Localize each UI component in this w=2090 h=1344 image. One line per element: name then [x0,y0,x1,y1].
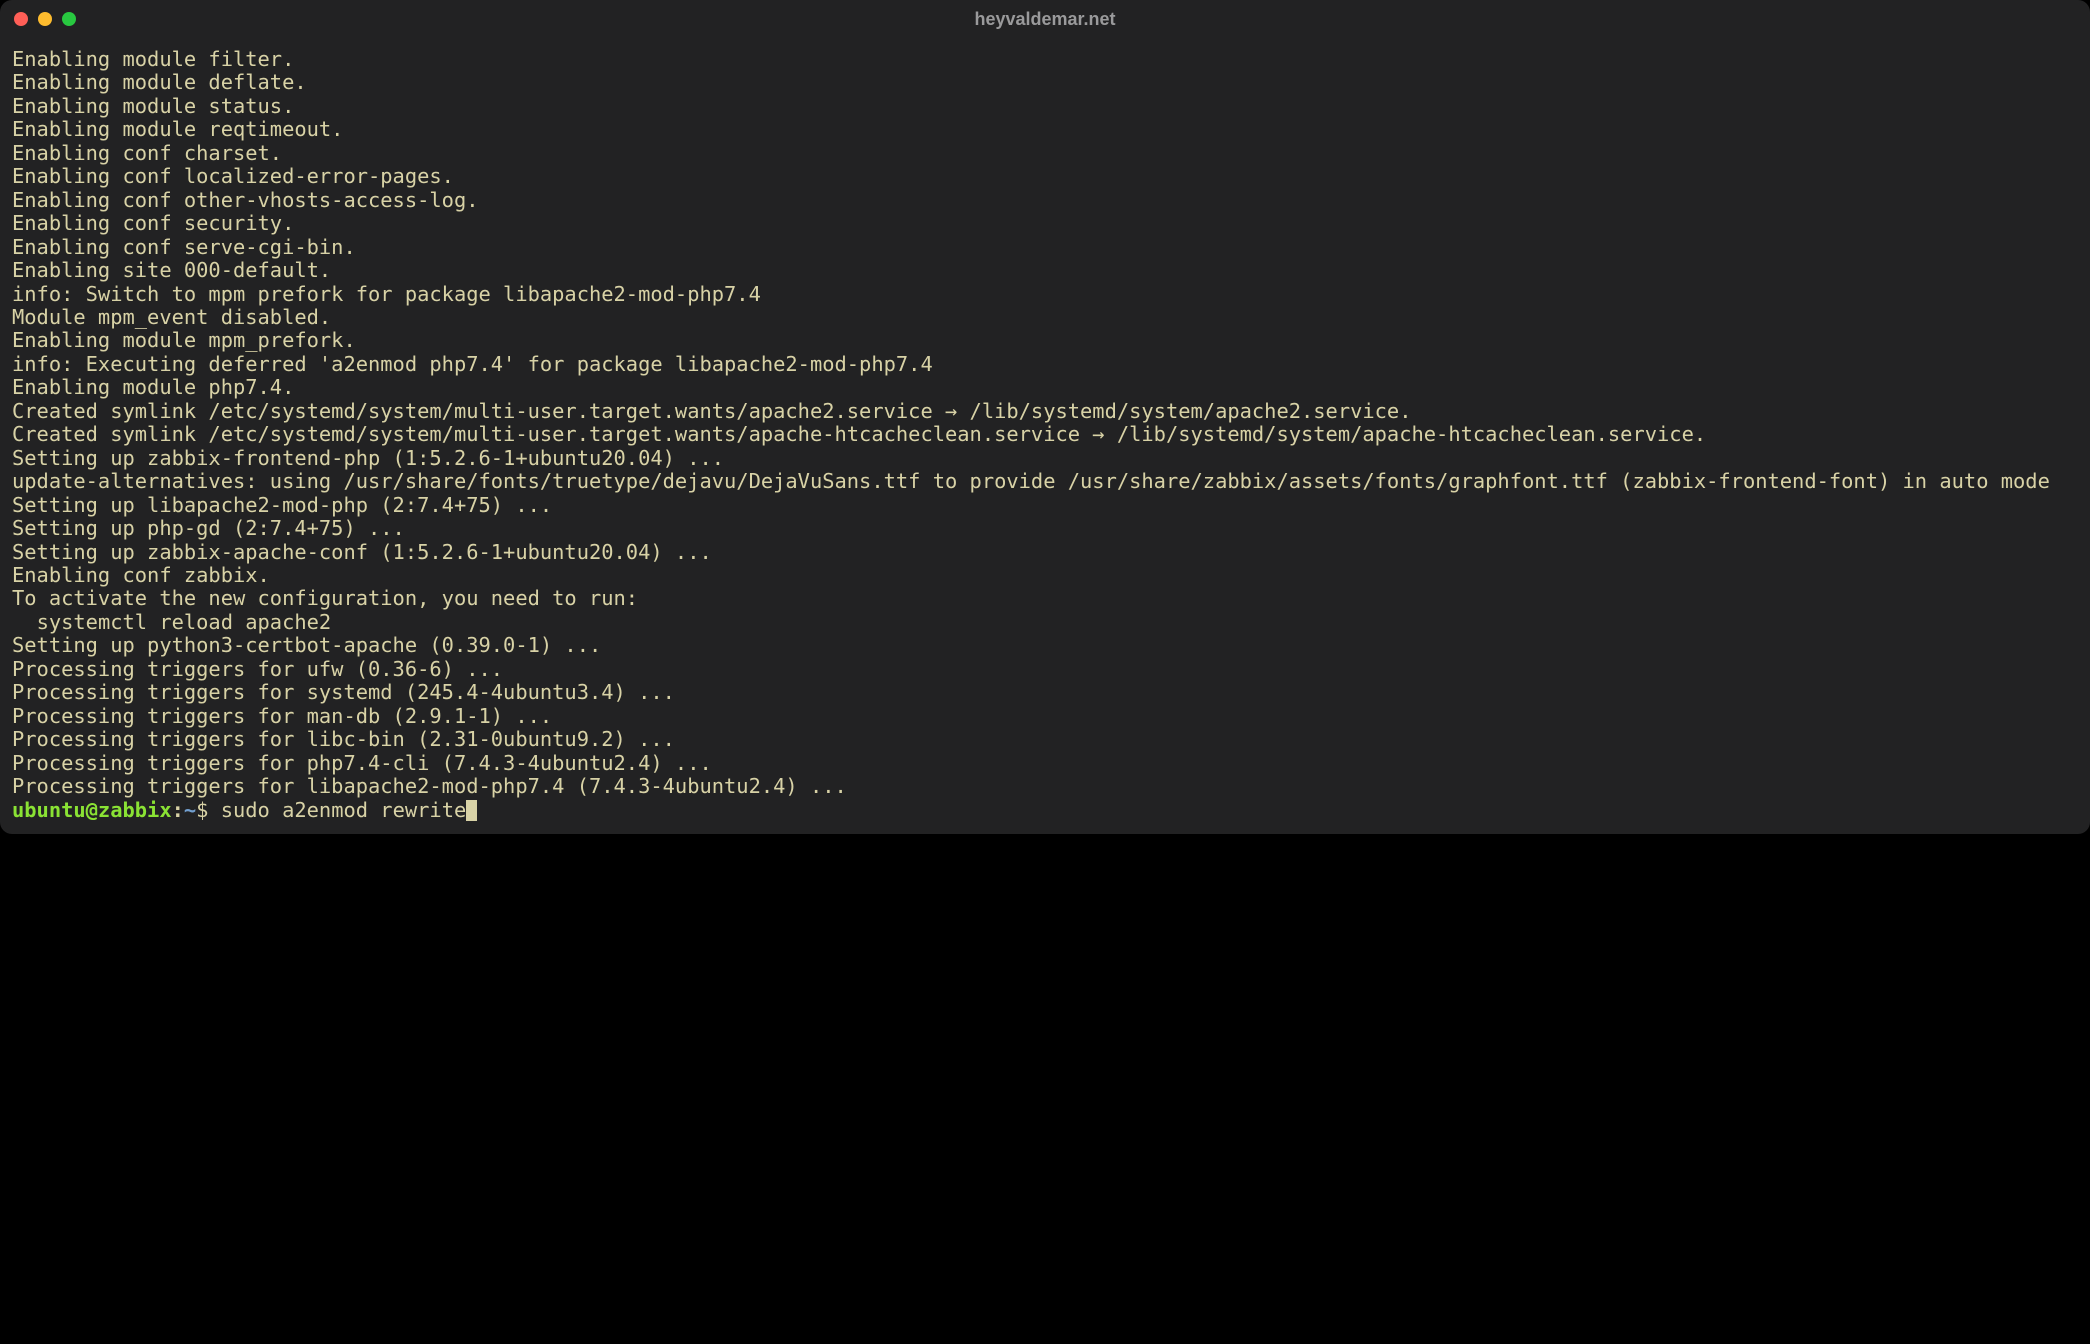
window-title: heyvaldemar.net [974,9,1115,30]
terminal-window: heyvaldemar.net Enabling module filter. … [0,0,2090,834]
terminal-output-line: Enabling conf other-vhosts-access-log. [12,188,479,212]
terminal-output-line: Processing triggers for libapache2-mod-p… [12,774,847,798]
maximize-icon[interactable] [62,12,76,26]
terminal-output-line: To activate the new configuration, you n… [12,586,638,610]
terminal-body[interactable]: Enabling module filter. Enabling module … [0,38,2090,834]
cursor-icon [466,800,477,821]
terminal-output-line: Enabling conf localized-error-pages. [12,164,454,188]
terminal-output-line: Enabling module mpm_prefork. [12,328,356,352]
prompt-path: ~ [184,798,196,822]
terminal-output-line: Setting up libapache2-mod-php (2:7.4+75)… [12,493,552,517]
terminal-output-line: Enabling module php7.4. [12,375,294,399]
terminal-output-line: Enabling module deflate. [12,70,307,94]
terminal-output-line: Processing triggers for libc-bin (2.31-0… [12,727,675,751]
terminal-output-line: Processing triggers for man-db (2.9.1-1)… [12,704,552,728]
terminal-output-line: Enabling conf zabbix. [12,563,270,587]
prompt-symbol: $ [196,798,221,822]
terminal-output-line: Setting up php-gd (2:7.4+75) ... [12,516,405,540]
traffic-lights [14,12,76,26]
terminal-output-line: Processing triggers for php7.4-cli (7.4.… [12,751,712,775]
terminal-output-line: Enabling module status. [12,94,294,118]
terminal-output-line: Setting up zabbix-apache-conf (1:5.2.6-1… [12,540,712,564]
terminal-output-line: Enabling site 000-default. [12,258,331,282]
terminal-output-line: Enabling module reqtimeout. [12,117,343,141]
minimize-icon[interactable] [38,12,52,26]
prompt-colon: : [172,798,184,822]
terminal-output-line: systemctl reload apache2 [12,610,331,634]
terminal-output-line: update-alternatives: using /usr/share/fo… [12,469,2050,493]
terminal-output-line: Setting up zabbix-frontend-php (1:5.2.6-… [12,446,724,470]
terminal-output-line: Created symlink /etc/systemd/system/mult… [12,422,1706,446]
command-input[interactable]: sudo a2enmod rewrite [221,798,467,822]
terminal-output-line: Enabling conf charset. [12,141,282,165]
terminal-output-line: Enabling conf serve-cgi-bin. [12,235,356,259]
terminal-output-line: Created symlink /etc/systemd/system/mult… [12,399,1412,423]
terminal-output-line: Processing triggers for ufw (0.36-6) ... [12,657,503,681]
close-icon[interactable] [14,12,28,26]
terminal-output-line: info: Switch to mpm prefork for package … [12,282,761,306]
terminal-output-line: Enabling conf security. [12,211,294,235]
terminal-output-line: Module mpm_event disabled. [12,305,331,329]
prompt-user-host: ubuntu@zabbix [12,798,172,822]
terminal-output-line: Enabling module filter. [12,47,294,71]
terminal-output-line: Setting up python3-certbot-apache (0.39.… [12,633,601,657]
titlebar: heyvaldemar.net [0,0,2090,38]
prompt-line: ubuntu@zabbix:~$ sudo a2enmod rewrite [12,798,477,822]
terminal-output-line: Processing triggers for systemd (245.4-4… [12,680,675,704]
terminal-output-line: info: Executing deferred 'a2enmod php7.4… [12,352,933,376]
